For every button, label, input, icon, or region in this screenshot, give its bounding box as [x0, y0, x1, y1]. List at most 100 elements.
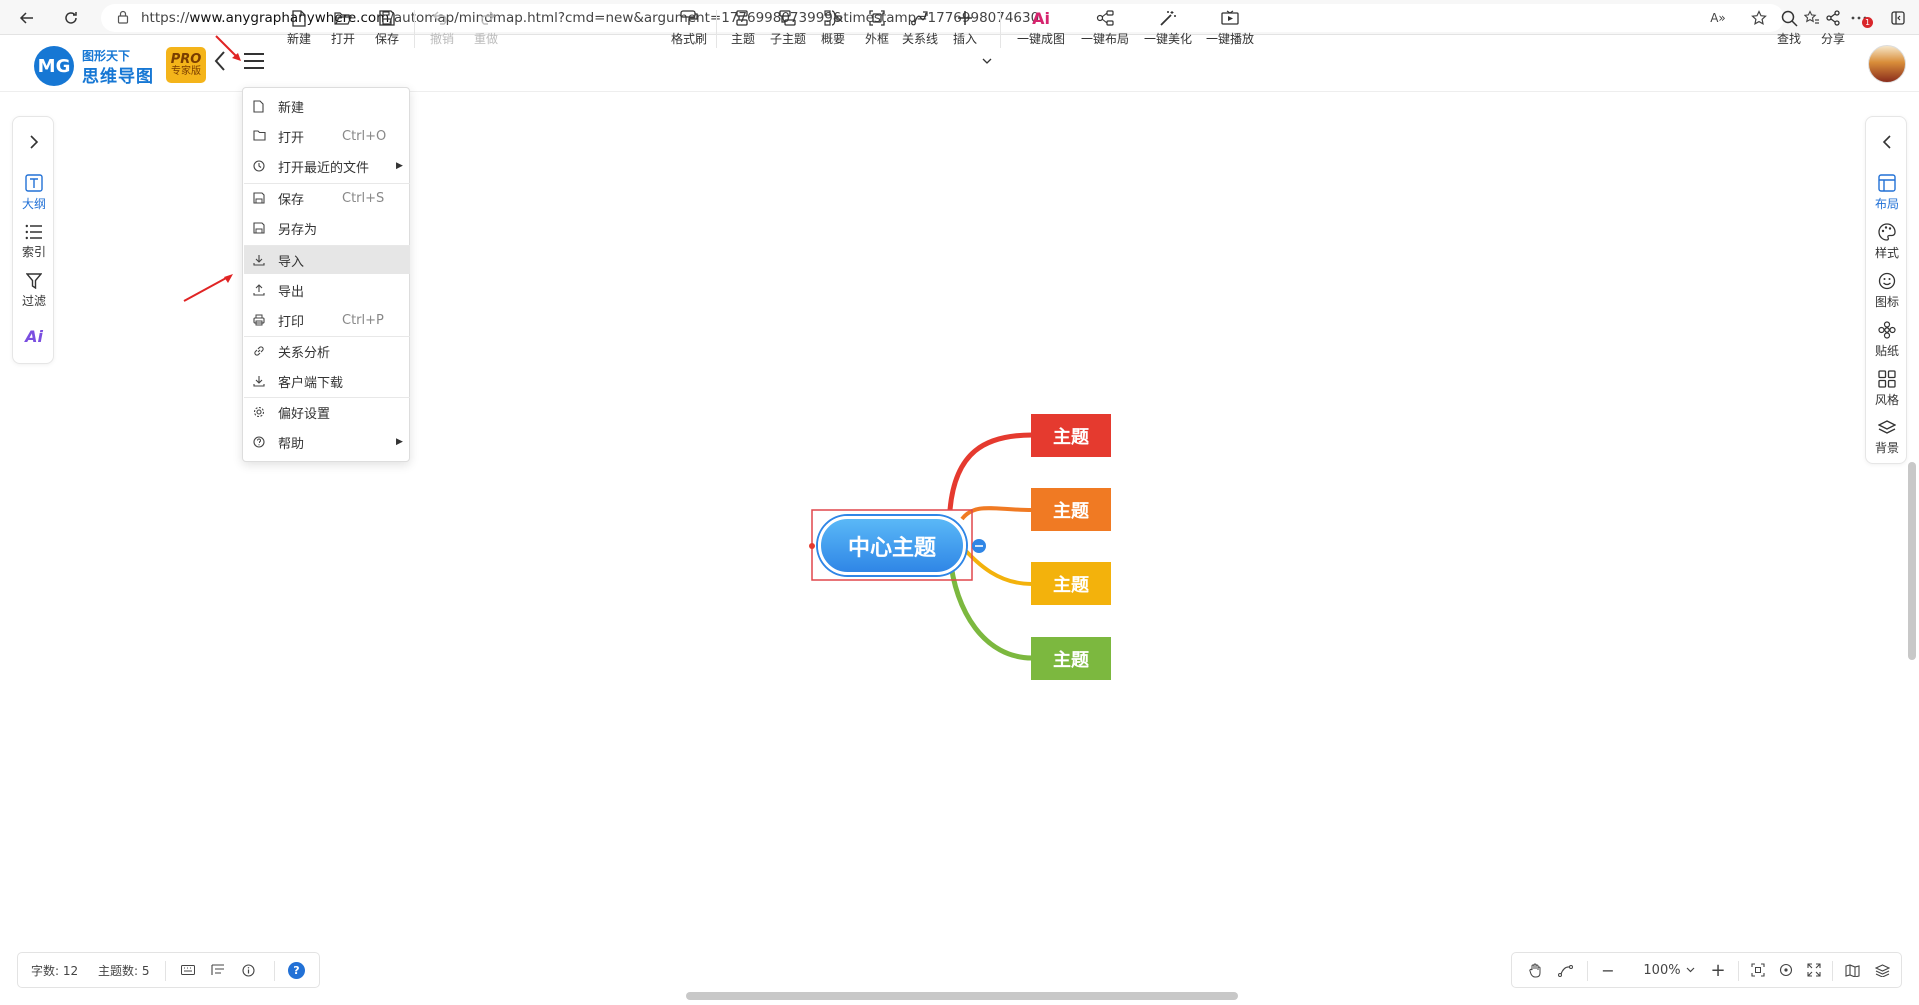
- beautify-button[interactable]: 一键美化: [1143, 6, 1193, 52]
- summary-button[interactable]: 概要: [818, 6, 848, 52]
- annotation-arrow-import: [183, 274, 233, 302]
- menu-item-open[interactable]: 打开 Ctrl+O: [244, 122, 410, 150]
- pro-badge[interactable]: PRO 专家版: [166, 47, 206, 83]
- layout-nodes-icon: [1096, 8, 1114, 28]
- selection-handle-left[interactable]: [809, 543, 815, 549]
- submenu-arrow-icon: ▶: [396, 161, 403, 171]
- zoom-divider: [1587, 961, 1588, 981]
- undo-icon: [433, 8, 451, 28]
- topic-button[interactable]: 主题: [728, 6, 758, 52]
- toolbar-divider: [414, 10, 415, 48]
- horizontal-scrollbar[interactable]: [686, 992, 1238, 1000]
- format-painter-label: 格式刷: [670, 32, 707, 46]
- magic-wand-icon: [1159, 8, 1177, 28]
- status-divider: [165, 961, 166, 981]
- format-painter-button[interactable]: 格式刷: [670, 6, 708, 52]
- menu-item-help[interactable]: 帮助 ▶: [244, 428, 410, 456]
- center-topic[interactable]: 中心主题: [818, 516, 966, 575]
- avatar[interactable]: [1868, 45, 1906, 83]
- pro-label: PRO: [170, 51, 202, 67]
- present-button[interactable]: 一键播放: [1205, 6, 1255, 52]
- folder-open-icon: [334, 8, 352, 28]
- topic-node-3[interactable]: 主题: [1031, 562, 1111, 605]
- vertical-scrollbar[interactable]: [1908, 462, 1916, 660]
- find-label: 查找: [1776, 32, 1801, 46]
- read-aloud-icon[interactable]: A»: [1703, 4, 1733, 32]
- url-prefix: https://: [141, 10, 190, 26]
- menu-item-label: 导入: [278, 254, 305, 270]
- file-icon: [253, 100, 264, 113]
- lock-icon[interactable]: [117, 10, 129, 24]
- menu-item-import[interactable]: 导入: [244, 246, 410, 274]
- zoom-divider: [1738, 961, 1739, 981]
- map-view-icon[interactable]: [1842, 953, 1862, 987]
- insert-label: 插入: [952, 32, 977, 46]
- share-label: 分享: [1820, 32, 1845, 46]
- menu-item-client-download[interactable]: 客户端下载: [244, 367, 410, 395]
- zoom-dropdown-icon[interactable]: [1684, 953, 1696, 987]
- search-icon: [1781, 8, 1798, 28]
- menu-item-save[interactable]: 保存 Ctrl+S: [244, 184, 410, 212]
- menu-item-label: 打印: [278, 314, 305, 330]
- find-button[interactable]: 查找: [1774, 6, 1804, 52]
- favorite-star-icon[interactable]: [1744, 4, 1774, 32]
- share-button[interactable]: 分享: [1818, 6, 1848, 52]
- fullscreen-icon[interactable]: [1804, 953, 1824, 987]
- insert-dropdown-icon[interactable]: [982, 58, 992, 64]
- path-tool-icon[interactable]: [1554, 953, 1576, 987]
- import-icon: [253, 254, 265, 266]
- menu-item-preferences[interactable]: 偏好设置: [244, 398, 410, 426]
- subtopic-button[interactable]: 子主题: [768, 6, 808, 52]
- zoom-in-button[interactable]: +: [1708, 953, 1728, 987]
- ai-generate-button[interactable]: Ai 一键成图: [1016, 6, 1066, 52]
- menu-item-relation-analysis[interactable]: 关系分析: [244, 337, 410, 365]
- notification-badge: 1: [1862, 17, 1873, 28]
- topic-count: 主题数: 5: [98, 963, 150, 978]
- layers-icon[interactable]: [1872, 953, 1892, 987]
- save-button[interactable]: 保存: [372, 6, 402, 52]
- save-as-icon: [253, 222, 265, 234]
- relation-line-button[interactable]: 关系线: [901, 6, 939, 52]
- zoom-divider: [1832, 961, 1833, 981]
- logo-mark: MG: [34, 46, 74, 86]
- info-icon[interactable]: [238, 953, 258, 987]
- minimap-icon[interactable]: [208, 953, 228, 987]
- topic-node-2[interactable]: 主题: [1031, 488, 1111, 531]
- menu-item-recent-files[interactable]: 打开最近的文件 ▶: [244, 152, 410, 180]
- main-menu: 新建 打开 Ctrl+O 打开最近的文件 ▶ 保存 Ctrl+S 另存为 导入 …: [242, 87, 410, 462]
- insert-button[interactable]: 插入: [950, 6, 980, 52]
- refresh-icon[interactable]: [56, 4, 86, 32]
- save-label: 保存: [374, 32, 399, 46]
- folder-icon: [253, 130, 266, 141]
- menu-item-export[interactable]: 导出: [244, 276, 410, 304]
- keyboard-icon[interactable]: [178, 953, 198, 987]
- open-button[interactable]: 打开: [328, 6, 358, 52]
- menu-item-save-as[interactable]: 另存为: [244, 214, 410, 242]
- clock-icon: [253, 160, 265, 172]
- question-icon: [253, 436, 265, 448]
- menu-item-label: 保存: [278, 192, 305, 208]
- back-icon[interactable]: [12, 4, 42, 32]
- relation-line-icon: [911, 8, 929, 28]
- menu-item-print[interactable]: 打印 Ctrl+P: [244, 306, 410, 334]
- center-target-icon[interactable]: [1776, 953, 1796, 987]
- hand-tool-icon[interactable]: [1524, 953, 1546, 987]
- topic-node-4[interactable]: 主题: [1031, 637, 1111, 680]
- menu-item-new[interactable]: 新建: [244, 92, 410, 120]
- new-button[interactable]: 新建: [284, 6, 314, 52]
- redo-button[interactable]: 重做: [471, 6, 501, 52]
- auto-layout-button[interactable]: 一键布局: [1080, 6, 1130, 52]
- undo-button[interactable]: 撤销: [427, 6, 457, 52]
- menu-item-label: 帮助: [278, 436, 305, 452]
- save-icon: [253, 192, 265, 204]
- zoom-level[interactable]: 100%: [1642, 953, 1682, 987]
- boundary-button[interactable]: 外框: [862, 6, 892, 52]
- sidebar-toggle-icon[interactable]: [1883, 4, 1913, 32]
- zoom-out-button[interactable]: −: [1598, 953, 1618, 987]
- fit-screen-icon[interactable]: [1748, 953, 1768, 987]
- edition-label: 专家版: [171, 65, 201, 77]
- new-label: 新建: [286, 32, 311, 46]
- menu-item-label: 客户端下载: [278, 375, 344, 391]
- help-button[interactable]: ?: [288, 962, 305, 979]
- topic-node-1[interactable]: 主题: [1031, 414, 1111, 457]
